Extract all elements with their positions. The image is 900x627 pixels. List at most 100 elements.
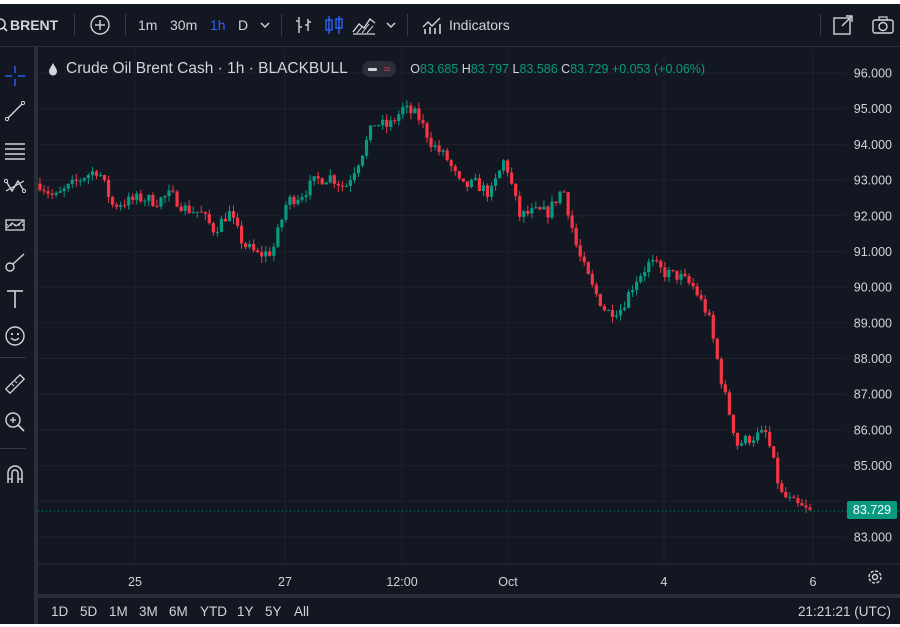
magnet-tool[interactable] [0,459,30,489]
price-axis-label: 83.000 [854,531,892,545]
candle-body [139,193,143,202]
candle-body [179,206,183,211]
candle-body [772,446,776,458]
candle-body [735,432,740,446]
symbol-search[interactable]: BRENT [0,4,58,46]
candle-body [360,155,365,166]
candle-body [340,185,344,187]
chart-style-dropdown[interactable] [385,4,397,46]
interval-d[interactable]: D [238,4,248,46]
close-key: C [561,62,571,76]
candle-body [102,175,107,180]
emoji-tool[interactable] [0,321,30,351]
range-all[interactable]: All [294,599,309,624]
text-tool[interactable] [0,284,30,314]
candle-body [223,218,228,222]
interval-30m[interactable]: 30m [170,4,197,46]
candle-body [248,244,252,248]
brush-tool[interactable] [0,247,30,277]
ohlc-values: O83.685 H83.797 L83.586 C83.729 +0.053 (… [410,62,705,76]
interval-1h[interactable]: 1h [210,4,226,46]
range-1d[interactable]: 1D [51,599,68,624]
candle-body [421,120,425,124]
bar-style-button[interactable] [294,4,314,46]
candle-body [373,125,377,127]
candle-body [506,160,510,173]
visibility-toggle[interactable]: ≈ [361,61,397,77]
candle-body [562,191,566,193]
screenshot-button[interactable] [871,4,895,46]
utc-clock[interactable]: 21:21:21 (UTC) [798,599,891,624]
chevron-down-icon [260,22,270,28]
pattern-tool[interactable] [0,171,30,201]
range-1y[interactable]: 1Y [237,599,254,624]
price-axis-label: 89.000 [854,316,892,330]
candle-body [788,496,792,498]
trend-line-tool[interactable] [0,96,30,126]
candle-body [731,414,736,433]
measure-tool[interactable] [0,369,30,399]
range-6m[interactable]: 6M [169,599,188,624]
candle-body [526,210,530,214]
candle-body [272,246,276,256]
candle-body [332,175,336,184]
chevron-down-icon [386,22,396,28]
fullscreen-button[interactable] [832,4,854,46]
candle-body [590,274,594,285]
candle-body [159,197,163,207]
chart-settings-button[interactable] [866,566,884,588]
range-5d[interactable]: 5D [80,599,97,624]
price-axis-label: 96.000 [854,67,892,81]
range-3m[interactable]: 3M [139,599,158,624]
range-5y[interactable]: 5Y [265,599,282,624]
candle-body [276,227,280,247]
interval-dropdown[interactable] [259,4,271,46]
trading-chart-app: BRENT 1m 30m 1h D Indicators 96.000 95.0… [0,4,900,624]
candle-body [655,260,659,262]
candle-body [155,205,159,207]
candle-body [804,505,808,508]
candle-body [550,201,554,218]
range-ytd[interactable]: YTD [200,599,227,624]
candle-body [86,175,90,179]
candle-body [747,435,752,443]
compare-symbol-button[interactable] [89,4,111,46]
candle-body [602,306,606,311]
interval-1h-label: 1h [210,17,226,33]
candle-body [46,191,50,194]
candle-body [381,119,385,126]
candle-body [244,243,248,248]
range-3m-label: 3M [139,604,158,619]
candle-body [280,219,284,228]
candles-style-button[interactable] [323,4,345,46]
area-style-button[interactable] [352,4,376,46]
interval-1m[interactable]: 1m [138,4,157,46]
price-axis-label: 86.000 [854,423,892,437]
zoom-in-icon [5,412,25,432]
candle-body [776,457,780,484]
candle-body [639,276,643,282]
candle-body [78,180,82,182]
price-chart[interactable]: 96.000 95.000 94.000 93.000 92.000 91.000 90.0… [38,51,900,594]
candle-body [764,430,768,433]
candle-body [635,281,639,291]
fib-retracement-tool[interactable] [0,135,30,165]
crosshair-tool[interactable] [0,61,30,91]
forecast-icon [5,219,25,231]
candle-body [618,309,623,316]
candle-body [626,292,631,308]
candle-body [518,196,522,217]
expand-icon [833,15,853,35]
open-key: O [410,62,421,76]
range-1m[interactable]: 1M [109,599,128,624]
indicators-button[interactable]: Indicators [421,4,510,46]
brush-icon [5,253,25,272]
forecast-tool[interactable] [0,210,30,240]
candle-body [292,196,296,204]
candle-body [671,269,675,271]
candle-body [296,199,300,204]
indicators-icon [422,17,441,34]
candle-body [667,269,671,278]
candle-body [800,503,804,506]
zoom-in-tool[interactable] [0,407,30,437]
